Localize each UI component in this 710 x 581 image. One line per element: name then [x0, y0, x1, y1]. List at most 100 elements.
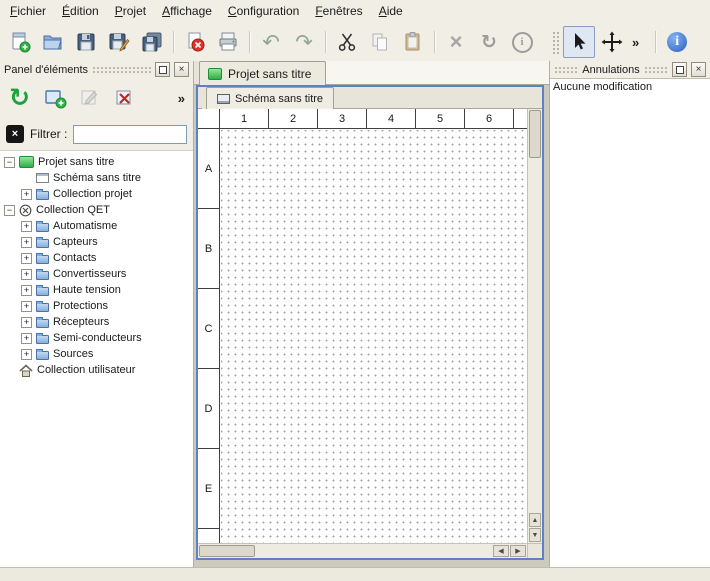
open-file-button[interactable]: [37, 26, 69, 58]
about-button[interactable]: i: [661, 26, 693, 58]
selection-mode-button[interactable]: [563, 26, 595, 58]
close-file-button[interactable]: [179, 26, 211, 58]
save-all-button[interactable]: [136, 26, 168, 58]
toolbar-grip[interactable]: [551, 30, 559, 54]
undo-button[interactable]: ↶: [255, 26, 287, 58]
expand-icon[interactable]: +: [21, 317, 32, 328]
column-header: 4: [367, 109, 416, 129]
menu-fichier[interactable]: Fichier: [2, 0, 54, 23]
panel-toolbar-overflow-button[interactable]: »: [178, 91, 187, 106]
main-toolbar: ↶ ↷ × ↻ i » i: [0, 23, 710, 62]
toolbar-separator: [169, 29, 178, 55]
folder-icon: [36, 303, 49, 312]
new-document-button[interactable]: [4, 26, 36, 58]
print-button[interactable]: [212, 26, 244, 58]
undo-history-list[interactable]: Aucune modification: [550, 78, 710, 567]
menu-affichage[interactable]: Affichage: [154, 0, 220, 23]
menu-edition[interactable]: Édition: [54, 0, 107, 23]
visualisation-mode-button[interactable]: [596, 26, 628, 58]
expand-icon[interactable]: +: [21, 285, 32, 296]
qet-logo-icon: [19, 204, 32, 217]
save-as-button[interactable]: [103, 26, 135, 58]
float-icon: [676, 66, 684, 74]
vertical-scrollbar[interactable]: ▲ ▼: [527, 109, 542, 543]
left-arrow-icon: ◀: [498, 547, 503, 555]
tree-item-contacts[interactable]: + Contacts: [0, 250, 193, 266]
tree-item-semi-conducteurs[interactable]: + Semi-conducteurs: [0, 330, 193, 346]
horizontal-scrollbar[interactable]: ◀ ▶: [198, 543, 527, 558]
filter-input[interactable]: [73, 125, 187, 144]
tree-item-convertisseurs[interactable]: + Convertisseurs: [0, 266, 193, 282]
tree-item-haute-tension[interactable]: + Haute tension: [0, 282, 193, 298]
tab-projet-sans-titre[interactable]: Projet sans titre: [199, 61, 326, 85]
expand-icon[interactable]: +: [21, 301, 32, 312]
vertical-scrollbar-thumb[interactable]: [529, 110, 541, 158]
schema-drawing-canvas[interactable]: [221, 130, 527, 543]
expand-icon[interactable]: +: [21, 237, 32, 248]
cut-button[interactable]: [331, 26, 363, 58]
scroll-left-button[interactable]: ◀: [493, 545, 509, 557]
expand-icon[interactable]: +: [21, 253, 32, 264]
rotate-button[interactable]: ↻: [473, 26, 505, 58]
column-header: 5: [416, 109, 465, 129]
tree-item-label: Convertisseurs: [53, 268, 126, 280]
save-as-icon: [108, 31, 130, 53]
tree-item-projet-sans-titre[interactable]: − Projet sans titre: [0, 154, 193, 170]
tab-schema-sans-titre[interactable]: Schéma sans titre: [206, 87, 334, 109]
folder-icon: [36, 239, 49, 248]
delete-element-button[interactable]: [111, 85, 138, 112]
tree-item-collection-utilisateur[interactable]: Collection utilisateur: [0, 362, 193, 378]
tree-item-schema-sans-titre[interactable]: Schéma sans titre: [0, 170, 193, 186]
dock-drag-handle[interactable]: [92, 66, 151, 74]
tree-item-collection-projet[interactable]: + Collection projet: [0, 186, 193, 202]
tree-item-recepteurs[interactable]: + Récepteurs: [0, 314, 193, 330]
collapse-icon[interactable]: −: [4, 157, 15, 168]
undo-panel: Annulations × Aucune modification: [549, 61, 710, 567]
menu-aide[interactable]: Aide: [371, 0, 411, 23]
diagram-view: 1 2 3 4 5 6 A B C D E: [198, 109, 542, 558]
horizontal-scrollbar-thumb[interactable]: [199, 545, 255, 557]
tab-bar-filler: [326, 61, 549, 85]
collapse-icon[interactable]: −: [4, 205, 15, 216]
menu-configuration[interactable]: Configuration: [220, 0, 307, 23]
close-file-icon: [184, 31, 206, 53]
scroll-up-button[interactable]: ▲: [529, 513, 541, 527]
tree-item-protections[interactable]: + Protections: [0, 298, 193, 314]
tree-item-sources[interactable]: + Sources: [0, 346, 193, 362]
expand-icon[interactable]: +: [21, 333, 32, 344]
redo-button[interactable]: ↷: [288, 26, 320, 58]
delete-button[interactable]: ×: [440, 26, 472, 58]
scroll-right-button[interactable]: ▶: [510, 545, 526, 557]
expand-icon[interactable]: +: [21, 221, 32, 232]
expand-icon[interactable]: +: [21, 349, 32, 360]
vertical-scrollbar-buttons: ▲ ▼: [528, 512, 542, 542]
close-panel-button[interactable]: ×: [691, 62, 706, 77]
tree-item-capteurs[interactable]: + Capteurs: [0, 234, 193, 250]
float-panel-button[interactable]: [672, 62, 687, 77]
dock-drag-handle[interactable]: [644, 66, 668, 74]
new-element-button[interactable]: [41, 85, 68, 112]
float-panel-button[interactable]: [155, 62, 170, 77]
reload-collections-button[interactable]: ↻: [6, 85, 33, 112]
scroll-down-button[interactable]: ▼: [529, 528, 541, 542]
paste-button[interactable]: [397, 26, 429, 58]
element-information-button[interactable]: i: [506, 26, 538, 58]
expand-icon[interactable]: +: [21, 189, 32, 200]
dock-drag-handle[interactable]: [554, 66, 578, 74]
toolbar-separator: [245, 29, 254, 55]
tree-item-label: Récepteurs: [53, 316, 109, 328]
expand-icon[interactable]: +: [21, 269, 32, 280]
edit-element-button[interactable]: [76, 85, 103, 112]
schema-tab-label: Schéma sans titre: [235, 93, 323, 105]
menu-fenetres[interactable]: Fenêtres: [307, 0, 370, 23]
tree-item-automatisme[interactable]: + Automatisme: [0, 218, 193, 234]
save-button[interactable]: [70, 26, 102, 58]
clear-filter-button[interactable]: ×: [6, 125, 24, 143]
column-header: 1: [220, 109, 269, 129]
copy-button[interactable]: [364, 26, 396, 58]
toolbar-overflow-button[interactable]: »: [629, 35, 642, 50]
undo-empty-item[interactable]: Aucune modification: [550, 79, 710, 95]
close-panel-button[interactable]: ×: [174, 62, 189, 77]
menu-projet[interactable]: Projet: [107, 0, 154, 23]
tree-item-collection-qet[interactable]: − Collection QET: [0, 202, 193, 218]
